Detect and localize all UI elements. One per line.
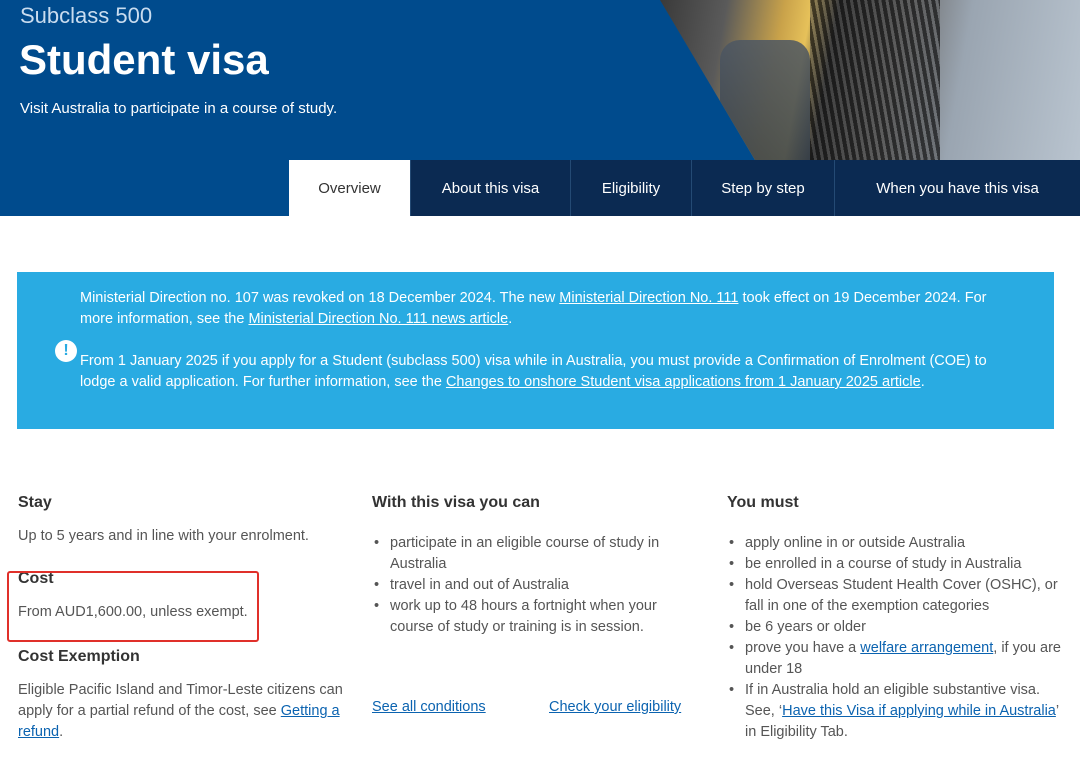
tab-overview[interactable]: Overview — [289, 160, 411, 216]
stay-text: Up to 5 years and in line with your enro… — [18, 528, 309, 544]
list-item: work up to 48 hours a fortnight when you… — [372, 596, 692, 638]
list-item: prove you have a welfare arrangement, if… — [727, 638, 1072, 680]
cost-exemption-end: . — [59, 724, 64, 740]
stay-heading: Stay — [18, 494, 52, 511]
cost-exemption-text: Eligible Pacific Island and Timor-Leste … — [18, 680, 343, 743]
list-item: apply online in or outside Australia — [727, 533, 1072, 554]
notice-paragraph-2: From 1 January 2025 if you apply for a S… — [80, 351, 1000, 393]
notice-text: Ministerial Direction no. 107 was revoke… — [80, 290, 560, 306]
you-must-column: You must apply online in or outside Aust… — [727, 494, 1072, 743]
tab-bar: Overview About this visa Eligibility Ste… — [289, 160, 1080, 216]
tab-when-you-have-this-visa[interactable]: When you have this visa — [835, 160, 1080, 216]
list-item: hold Overseas Student Health Cover (OSHC… — [727, 575, 1072, 617]
notice-banner: ! Ministerial Direction no. 107 was revo… — [17, 272, 1054, 429]
list-item: participate in an eligible course of stu… — [372, 533, 692, 575]
ministerial-direction-link[interactable]: Ministerial Direction No. 111 — [559, 290, 738, 306]
with-visa-heading: With this visa you can — [372, 494, 540, 511]
with-visa-column: With this visa you can participate in an… — [372, 494, 692, 715]
notice-paragraph-1: Ministerial Direction no. 107 was revoke… — [80, 288, 1000, 330]
you-must-list: apply online in or outside Australia be … — [727, 533, 1072, 743]
see-all-conditions-link[interactable]: See all conditions — [372, 699, 486, 715]
tab-step-by-step[interactable]: Step by step — [692, 160, 835, 216]
hero-photo — [660, 0, 1080, 160]
cost-exemption-heading: Cost Exemption — [18, 648, 140, 665]
visa-subclass: Subclass 500 — [20, 3, 153, 28]
page-subtitle: Visit Australia to participate in a cour… — [20, 100, 338, 117]
notice-text: . — [920, 374, 925, 390]
check-eligibility-link[interactable]: Check your eligibility — [549, 699, 681, 715]
onshore-changes-link[interactable]: Changes to onshore Student visa applicat… — [446, 374, 921, 390]
welfare-arrangement-link[interactable]: welfare arrangement — [860, 640, 993, 656]
have-this-visa-link[interactable]: Have this Visa if applying while in Aust… — [782, 703, 1056, 719]
news-article-link[interactable]: Ministerial Direction No. 111 news artic… — [248, 311, 508, 327]
you-must-heading: You must — [727, 494, 799, 511]
tab-eligibility[interactable]: Eligibility — [571, 160, 692, 216]
list-item: If in Australia hold an eligible substan… — [727, 680, 1072, 743]
with-visa-list: participate in an eligible course of stu… — [372, 533, 692, 638]
list-item-text: prove you have a — [745, 640, 861, 656]
info-icon: ! — [55, 340, 77, 362]
list-item: be 6 years or older — [727, 617, 1072, 638]
tab-about-this-visa[interactable]: About this visa — [411, 160, 571, 216]
cost-highlight-box — [7, 571, 259, 642]
list-item: be enrolled in a course of study in Aust… — [727, 554, 1072, 575]
page-title: Student visa — [19, 36, 269, 83]
list-item: travel in and out of Australia — [372, 575, 692, 596]
notice-text: . — [508, 311, 513, 327]
